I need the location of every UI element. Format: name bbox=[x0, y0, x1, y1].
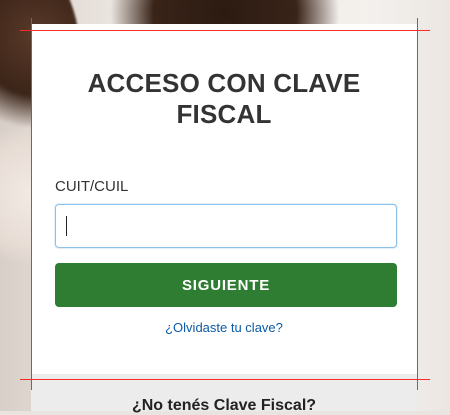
text-caret bbox=[66, 216, 67, 236]
login-card: ACCESO CON CLAVE FISCAL CUIT/CUIL SIGUIE… bbox=[31, 24, 417, 380]
login-title-line-2: FISCAL bbox=[176, 99, 272, 129]
no-password-text[interactable]: ¿No tenés Clave Fiscal? bbox=[31, 397, 417, 415]
forgot-password-link[interactable]: ¿Olvidaste tu clave? bbox=[31, 320, 417, 335]
login-title-line-1: ACCESO CON CLAVE bbox=[87, 68, 361, 98]
login-title: ACCESO CON CLAVE FISCAL bbox=[31, 68, 417, 130]
red-guide-left bbox=[31, 18, 32, 390]
red-guide-right bbox=[417, 18, 418, 390]
cuit-input[interactable] bbox=[55, 204, 397, 248]
next-button[interactable]: SIGUIENTE bbox=[55, 263, 397, 307]
cuit-label: CUIT/CUIL bbox=[55, 178, 129, 195]
red-guide-bottom bbox=[20, 379, 430, 380]
red-guide-top bbox=[20, 30, 430, 31]
